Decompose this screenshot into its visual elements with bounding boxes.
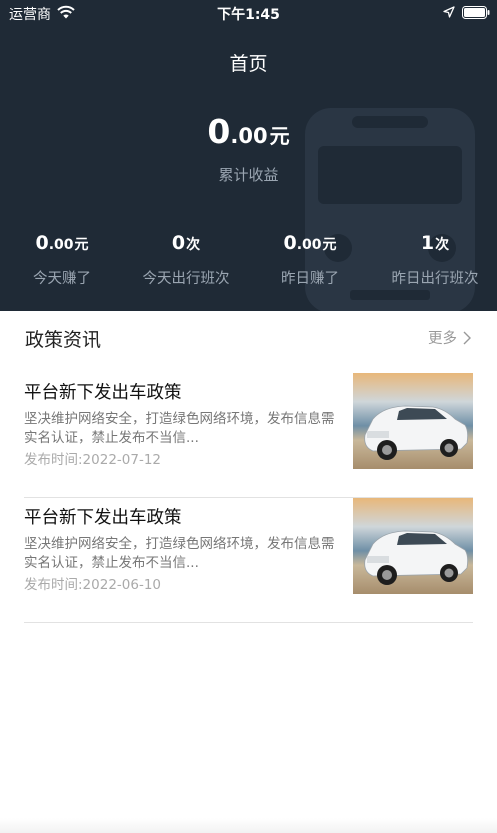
chevron-right-icon <box>463 331 471 344</box>
news-item[interactable]: 平台新下发出车政策 坚决维护网络安全，打造绿色网络环境，发布信息需实名认证，禁止… <box>24 373 473 498</box>
news-date: 发布时间:2022-06-10 <box>24 577 162 593</box>
news-date: 发布时间:2022-07-12 <box>24 452 162 468</box>
news-title: 平台新下发出车政策 <box>24 383 182 403</box>
stat-value-integer: 0 <box>171 232 186 254</box>
stat-value-decimal: .00 <box>48 237 74 253</box>
stat-value-integer: 0 <box>35 232 49 254</box>
stat-value-unit: 元 <box>322 237 337 253</box>
white-suv-car-icon <box>353 373 473 469</box>
battery-icon <box>462 6 490 19</box>
stat-value-decimal: .00 <box>296 237 322 253</box>
stat-value-integer: 1 <box>420 232 435 254</box>
stat-label: 今天赚了 <box>33 271 91 287</box>
news-description: 坚决维护网络安全，打造绿色网络环境，发布信息需实名认证，禁止发布不当信... <box>24 536 335 571</box>
stat-today-trips: 0次 今天出行班次 <box>124 232 248 288</box>
white-suv-car-icon <box>353 498 473 594</box>
total-earnings-integer: 0 <box>207 112 231 151</box>
more-label: 更多 <box>428 331 457 347</box>
status-time: 下午1:45 <box>217 7 280 23</box>
stat-label: 昨日出行班次 <box>391 271 479 287</box>
stat-value-integer: 0 <box>283 232 297 254</box>
total-earnings-unit: 元 <box>269 124 290 148</box>
stat-label: 昨日赚了 <box>281 271 339 287</box>
news-title: 平台新下发出车政策 <box>24 508 182 528</box>
more-link[interactable]: 更多 <box>428 327 471 348</box>
total-earnings-label: 累计收益 <box>218 166 279 184</box>
stats-row: 0.00元 今天赚了 0次 今天出行班次 0.00元 昨日赚了 1次 昨日出行班… <box>0 232 497 292</box>
news-item[interactable]: 平台新下发出车政策 坚决维护网络安全，打造绿色网络环境，发布信息需实名认证，禁止… <box>24 498 473 623</box>
news-description: 坚决维护网络安全，打造绿色网络环境，发布信息需实名认证，禁止发布不当信... <box>24 411 335 446</box>
stat-value-unit: 次 <box>186 237 201 253</box>
stat-yesterday-trips: 1次 昨日出行班次 <box>373 232 497 288</box>
news-section-title: 政策资讯 <box>25 329 102 351</box>
news-section-header: 政策资讯 更多 <box>0 311 497 359</box>
location-arrow-icon <box>443 6 455 18</box>
stat-today-earned: 0.00元 今天赚了 <box>0 232 124 288</box>
page-title: 首页 <box>229 53 268 75</box>
stat-yesterday-earned: 0.00元 昨日赚了 <box>248 232 372 288</box>
total-earnings-decimal: .00 <box>230 124 268 148</box>
header-panel: 运营商 下午1:45 首页 0.00 元 累计收益 0.00元 今天赚了 0次 今… <box>0 0 497 311</box>
stat-label: 今天出行班次 <box>142 271 230 287</box>
status-bar: 运营商 下午1:45 <box>0 0 497 26</box>
stat-value-unit: 次 <box>435 237 450 253</box>
total-earnings-value: 0.00 元 <box>0 112 497 151</box>
stat-value-unit: 元 <box>74 237 89 253</box>
bottom-tabbar-edge <box>0 818 497 833</box>
